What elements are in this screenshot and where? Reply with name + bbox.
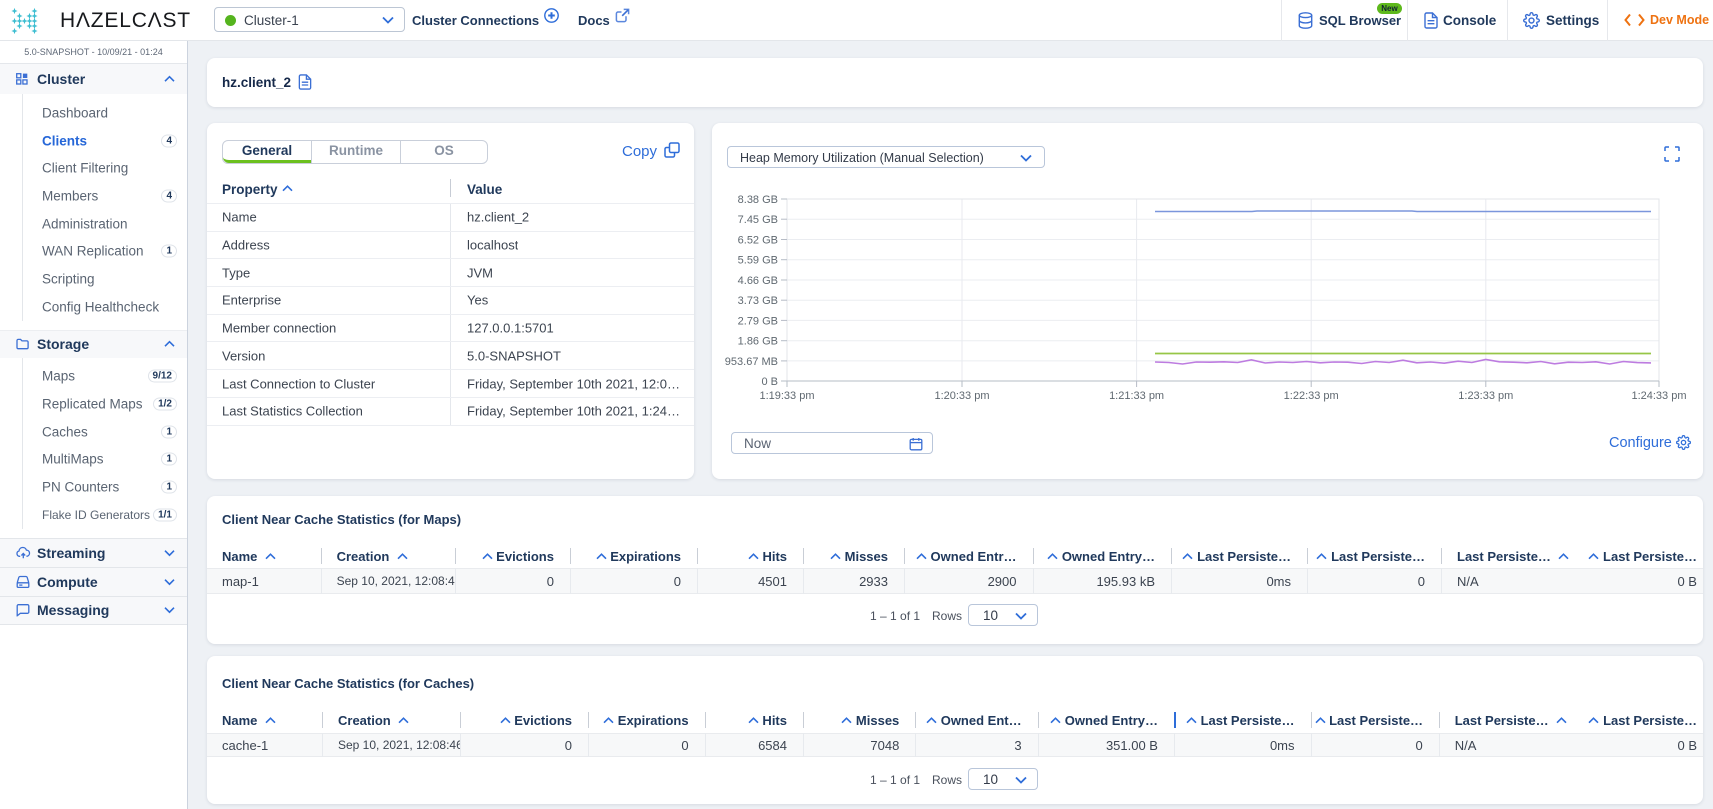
svg-text:1:19:33 pm: 1:19:33 pm — [759, 390, 814, 402]
svg-text:1:20:33 pm: 1:20:33 pm — [934, 390, 989, 402]
svg-text:0 B: 0 B — [761, 376, 778, 388]
svg-text:2.79 GB: 2.79 GB — [738, 315, 778, 327]
svg-text:1:22:33 pm: 1:22:33 pm — [1284, 390, 1339, 402]
svg-text:6.52 GB: 6.52 GB — [738, 235, 778, 247]
svg-text:1.86 GB: 1.86 GB — [738, 336, 778, 348]
svg-text:8.38 GB: 8.38 GB — [738, 194, 778, 206]
svg-text:5.59 GB: 5.59 GB — [738, 255, 778, 267]
svg-text:1:21:33 pm: 1:21:33 pm — [1109, 390, 1164, 402]
svg-text:1:23:33 pm: 1:23:33 pm — [1458, 390, 1513, 402]
svg-text:953.67 MB: 953.67 MB — [725, 356, 778, 368]
svg-text:4.66 GB: 4.66 GB — [738, 275, 778, 287]
svg-text:3.73 GB: 3.73 GB — [738, 295, 778, 307]
svg-text:1:24:33 pm: 1:24:33 pm — [1631, 390, 1686, 402]
svg-text:7.45 GB: 7.45 GB — [738, 214, 778, 226]
